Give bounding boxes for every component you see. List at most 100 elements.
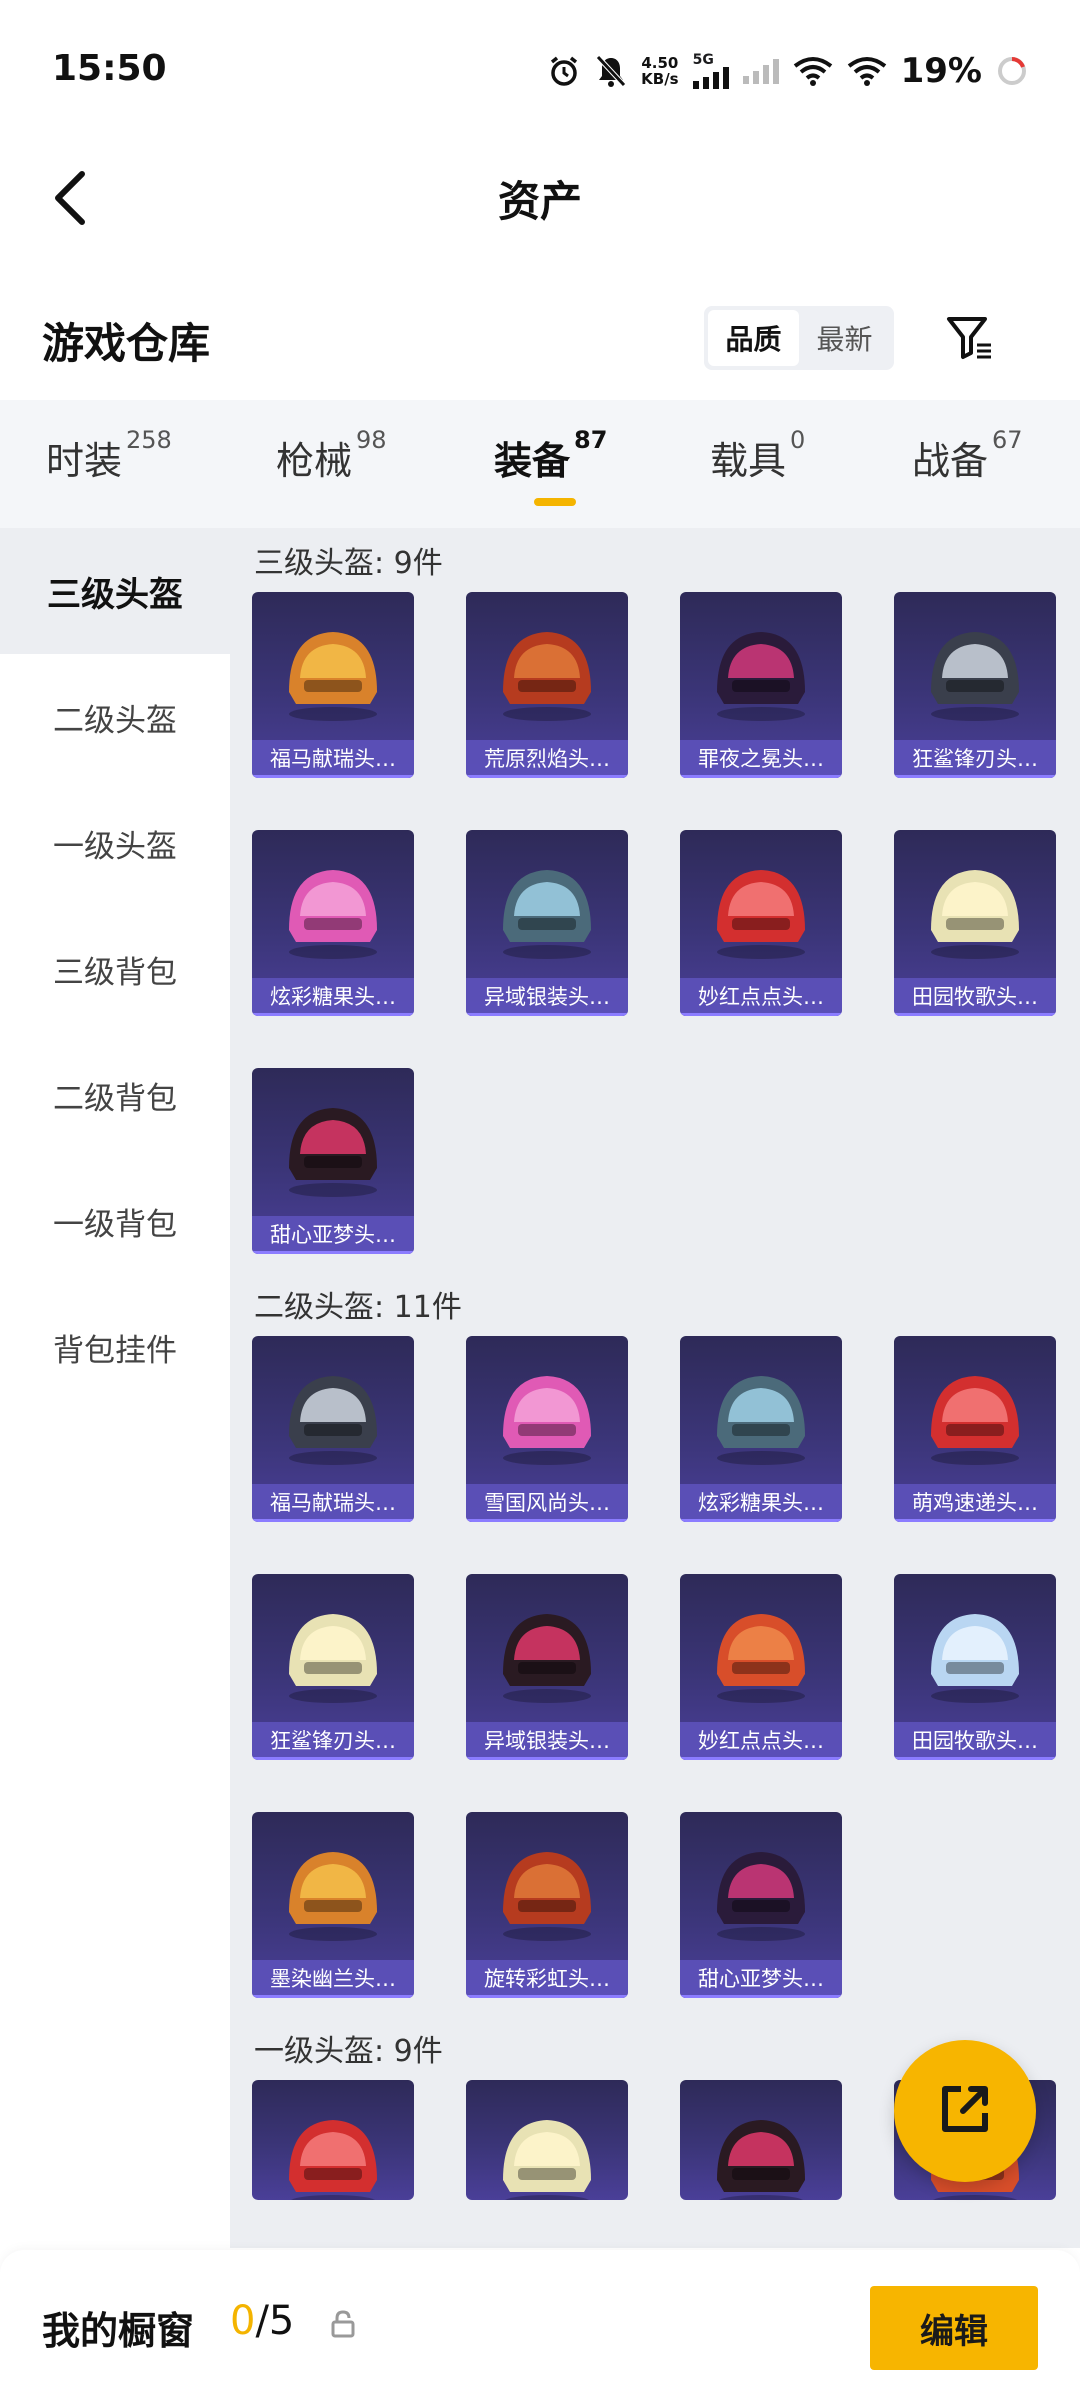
item-card[interactable]: 田园牧歌头…: [894, 1574, 1056, 1760]
section-title: 二级头盔: 11件: [254, 1290, 462, 1325]
bottom-bar: 我的橱窗 0/5 编辑: [0, 2250, 1080, 2400]
tab-firearms[interactable]: 枪械 98: [276, 426, 387, 485]
tab-count: 67: [992, 426, 1023, 454]
item-card[interactable]: 妙红点点头…: [680, 1574, 842, 1760]
sidebar-item-level3-backpack[interactable]: 三级背包: [0, 906, 230, 1032]
item-name: 异域银装头…: [466, 978, 628, 1016]
item-card[interactable]: 妙红点点头…: [680, 830, 842, 1016]
share-icon: [933, 2077, 997, 2145]
sort-toggle: 品质 最新: [704, 306, 894, 370]
tab-label: 装备: [494, 439, 571, 483]
category-tabs: 时装 258 枪械 98 装备 87 载具 0 战备 67: [0, 400, 1080, 528]
tab-equipment[interactable]: 装备 87: [494, 426, 607, 485]
sidebar-item-level3-helmet[interactable]: 三级头盔: [0, 528, 230, 654]
edit-button[interactable]: 编辑: [870, 2286, 1038, 2370]
item-name: 田园牧歌头…: [894, 1722, 1056, 1760]
tab-tactical[interactable]: 战备 67: [912, 426, 1023, 485]
status-time: 15:50: [52, 48, 167, 89]
wifi-icon-2: [847, 56, 887, 86]
helmet-icon: [717, 2120, 805, 2200]
header: 资产: [0, 140, 1080, 260]
mute-bell-icon: [595, 54, 627, 88]
showcase-count-total: /5: [255, 2298, 295, 2344]
item-name: 福马献瑞头…: [252, 740, 414, 778]
item-card[interactable]: 田园牧歌头…: [894, 830, 1056, 1016]
tab-count: 0: [790, 426, 806, 454]
item-card[interactable]: [680, 2080, 842, 2200]
item-card[interactable]: 萌鸡速递头…: [894, 1336, 1056, 1522]
item-card[interactable]: 甜心亚梦头…: [680, 1812, 842, 1998]
item-card[interactable]: 异域银装头…: [466, 830, 628, 1016]
item-card[interactable]: 异域银装头…: [466, 1574, 628, 1760]
tab-label: 载具: [710, 439, 787, 483]
net-speed: 4.50 KB/s: [641, 55, 678, 87]
alarm-icon: [547, 54, 581, 88]
helmet-icon: [717, 870, 805, 959]
item-grid-area[interactable]: 三级头盔: 9件 福马献瑞头… 荒原烈焰头… 罪夜之冕头… 狂鲨锋刃头… 炫彩糖果头… 异域…: [230, 528, 1080, 2248]
item-card[interactable]: [466, 2080, 628, 2200]
helmet-icon: [289, 2120, 377, 2200]
sort-option-quality[interactable]: 品质: [708, 310, 799, 366]
share-button[interactable]: [894, 2040, 1036, 2182]
helmet-icon: [289, 632, 377, 721]
status-bar: 15:50 4.50 KB/s 5G 19%: [0, 0, 1080, 140]
item-card[interactable]: 旋转彩虹头…: [466, 1812, 628, 1998]
item-name: 异域银装头…: [466, 1722, 628, 1760]
warehouse-title: 游戏仓库: [42, 319, 211, 368]
showcase-count-current: 0: [230, 2298, 256, 2344]
item-name: 炫彩糖果头…: [252, 978, 414, 1016]
item-card[interactable]: 福马献瑞头…: [252, 1336, 414, 1522]
section-title: 一级头盔: 9件: [254, 2034, 443, 2069]
battery-ring-icon: [996, 55, 1028, 87]
signal-5g-icon: 5G: [692, 53, 729, 89]
item-card[interactable]: 炫彩糖果头…: [252, 830, 414, 1016]
helmet-icon: [717, 1852, 805, 1941]
battery-percent: 19%: [900, 51, 982, 91]
wifi-icon: [793, 56, 833, 86]
item-card[interactable]: 狂鲨锋刃头…: [252, 1574, 414, 1760]
tab-vehicles[interactable]: 载具 0: [710, 426, 805, 485]
helmet-icon: [717, 1614, 805, 1703]
item-card[interactable]: 福马献瑞头…: [252, 592, 414, 778]
item-card[interactable]: 墨染幽兰头…: [252, 1812, 414, 1998]
helmet-icon: [931, 632, 1019, 721]
item-card[interactable]: 狂鲨锋刃头…: [894, 592, 1056, 778]
helmet-icon: [931, 1376, 1019, 1465]
item-card[interactable]: 罪夜之冕头…: [680, 592, 842, 778]
tab-label: 战备: [912, 439, 989, 483]
sidebar-item-backpack-pendant[interactable]: 背包挂件: [0, 1284, 230, 1410]
sidebar-item-level1-backpack[interactable]: 一级背包: [0, 1158, 230, 1284]
item-card[interactable]: 雪国风尚头…: [466, 1336, 628, 1522]
helmet-icon: [503, 632, 591, 721]
page-title: 资产: [497, 177, 582, 226]
item-card[interactable]: [252, 2080, 414, 2200]
item-card[interactable]: 甜心亚梦头…: [252, 1068, 414, 1254]
tab-fashion[interactable]: 时装 258: [46, 426, 172, 485]
section-title: 三级头盔: 9件: [254, 546, 443, 581]
item-name: 甜心亚梦头…: [252, 1216, 414, 1254]
helmet-icon: [931, 870, 1019, 959]
item-name: 罪夜之冕头…: [680, 740, 842, 778]
item-card[interactable]: 荒原烈焰头…: [466, 592, 628, 778]
sidebar-item-level1-helmet[interactable]: 一级头盔: [0, 780, 230, 906]
signal-weak-icon: [742, 58, 779, 84]
item-name: 荒原烈焰头…: [466, 740, 628, 778]
sidebar-item-level2-backpack[interactable]: 二级背包: [0, 1032, 230, 1158]
tab-count: 98: [356, 426, 387, 454]
status-icons: 4.50 KB/s 5G 19%: [547, 46, 1028, 96]
item-name: 田园牧歌头…: [894, 978, 1056, 1016]
item-name: 雪国风尚头…: [466, 1484, 628, 1522]
item-name: 炫彩糖果头…: [680, 1484, 842, 1522]
showcase-label: 我的橱窗: [42, 2309, 195, 2353]
tab-count: 87: [574, 426, 608, 454]
helmet-icon: [717, 632, 805, 721]
item-name: 甜心亚梦头…: [680, 1960, 842, 1998]
helmet-icon: [289, 870, 377, 959]
sidebar-item-level2-helmet[interactable]: 二级头盔: [0, 654, 230, 780]
helmet-icon: [289, 1108, 377, 1197]
filter-button[interactable]: [940, 310, 1000, 370]
sidebar: 三级头盔 二级头盔 一级头盔 三级背包 二级背包 一级背包 背包挂件: [0, 528, 230, 2248]
helmet-icon: [503, 870, 591, 959]
sort-option-newest[interactable]: 最新: [799, 310, 890, 366]
item-card[interactable]: 炫彩糖果头…: [680, 1336, 842, 1522]
